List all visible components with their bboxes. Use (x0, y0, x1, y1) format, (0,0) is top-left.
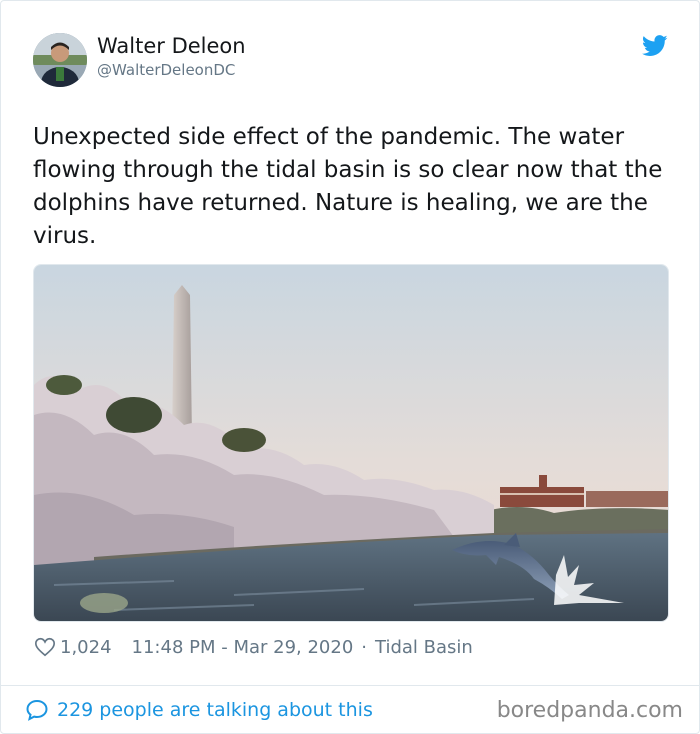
author-name[interactable]: Walter Deleon (97, 34, 246, 58)
like-count[interactable]: 1,024 (60, 637, 112, 658)
heart-icon[interactable] (34, 636, 56, 658)
tweet-text: Unexpected side effect of the pandemic. … (33, 124, 663, 249)
divider (1, 685, 699, 686)
site-watermark: boredpanda.com (496, 698, 683, 723)
tweet-meta: 1,024 11:48 PM - Mar 29, 2020 · Tidal Ba… (34, 634, 473, 660)
twitter-bird-icon[interactable] (642, 35, 668, 57)
tweet-location[interactable]: Tidal Basin (375, 637, 473, 658)
avatar[interactable] (33, 33, 87, 87)
author-handle[interactable]: @WalterDeleonDC (97, 61, 235, 79)
tweet-timestamp[interactable]: 11:48 PM - Mar 29, 2020 (132, 637, 354, 658)
tweet-card: Walter Deleon @WalterDeleonDC Unexpected… (0, 0, 700, 734)
meta-separator: · (361, 636, 368, 658)
talking-count[interactable]: 229 people are talking about this (57, 699, 373, 721)
tweet-photo[interactable] (33, 264, 669, 622)
speech-bubble-icon (26, 699, 48, 721)
conversation-link[interactable]: 229 people are talking about this (25, 697, 373, 723)
